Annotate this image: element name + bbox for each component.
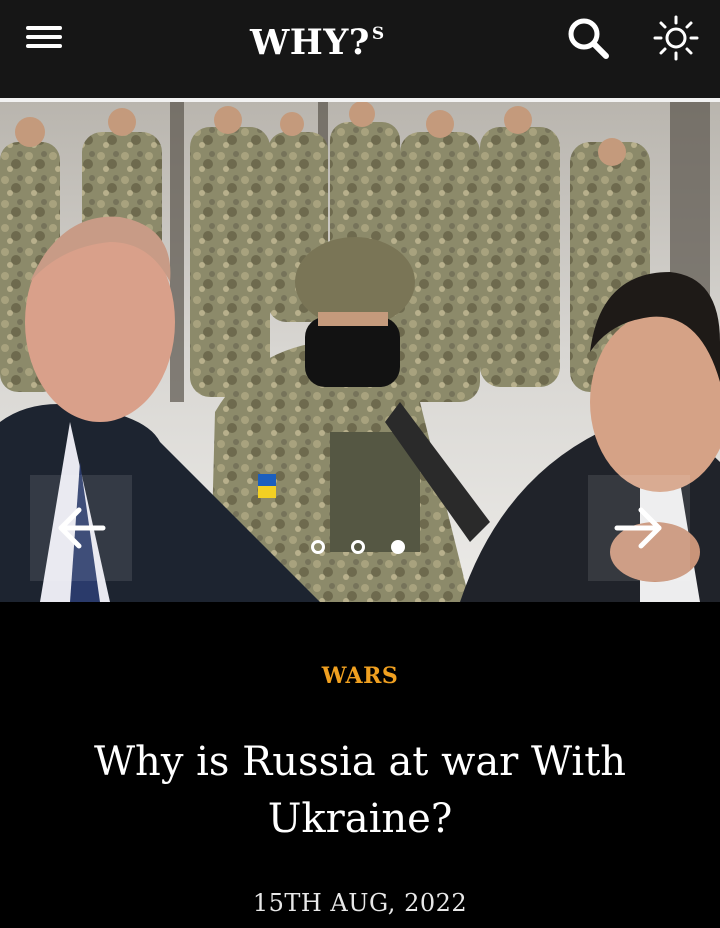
carousel-indicators <box>308 540 418 560</box>
hero-carousel[interactable] <box>0 102 720 602</box>
carousel-dot-3[interactable] <box>391 540 405 554</box>
carousel-prev-button[interactable] <box>30 475 132 581</box>
search-icon[interactable] <box>564 14 612 62</box>
arrow-right-icon <box>614 507 662 549</box>
logo-superscript: S <box>371 24 385 44</box>
arrow-left-icon <box>58 507 106 549</box>
hamburger-menu-icon[interactable] <box>22 18 66 56</box>
article-title[interactable]: Why is Russia at war With Ukraine? <box>60 734 660 848</box>
top-app-bar: WHY? S <box>0 0 720 98</box>
carousel-dot-2[interactable] <box>351 540 365 554</box>
article-date: 15TH AUG, 2022 <box>252 889 468 917</box>
site-logo[interactable]: WHY? S <box>250 22 385 63</box>
article-category[interactable]: WARS <box>0 663 720 689</box>
logo-text: WHY? <box>250 22 370 63</box>
sun-icon[interactable] <box>650 12 702 64</box>
carousel-next-button[interactable] <box>588 475 690 581</box>
carousel-dot-1[interactable] <box>311 540 325 554</box>
